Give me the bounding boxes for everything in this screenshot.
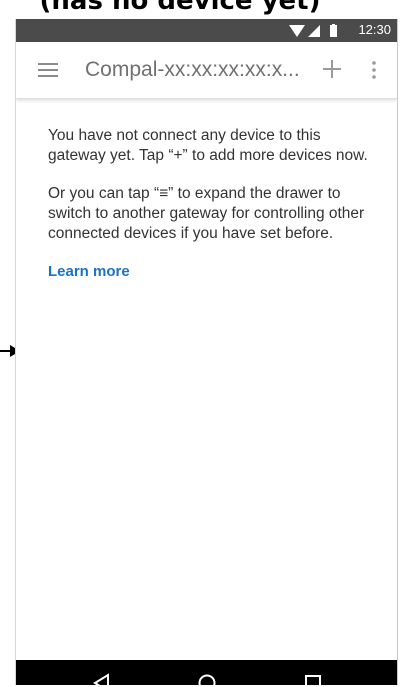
empty-state-paragraph-2: Or you can tap “≡” to expand the drawer … bbox=[48, 185, 365, 242]
empty-state-message: You have not connect any device to this … bbox=[48, 126, 378, 282]
gateway-title[interactable]: Compal-xx:xx:xx:xx:x... bbox=[85, 58, 325, 82]
battery-icon bbox=[330, 24, 337, 37]
recents-icon[interactable] bbox=[302, 672, 324, 685]
app-toolbar: Compal-xx:xx:xx:xx:x... bbox=[16, 42, 397, 99]
status-icons bbox=[289, 24, 337, 37]
more-vert-icon[interactable] bbox=[370, 60, 378, 80]
add-icon[interactable] bbox=[322, 59, 342, 79]
home-icon[interactable] bbox=[196, 672, 218, 685]
status-time: 12:30 bbox=[358, 22, 391, 37]
back-icon[interactable] bbox=[91, 672, 113, 685]
signal-icon bbox=[308, 25, 320, 37]
system-nav-bar bbox=[16, 660, 397, 685]
learn-more-link[interactable]: Learn more bbox=[48, 262, 378, 282]
wifi-icon bbox=[289, 25, 305, 37]
status-bar: 12:30 bbox=[16, 19, 397, 42]
menu-icon[interactable] bbox=[38, 63, 58, 77]
phone-screen: 12:30 Compal-xx:xx:xx:xx:x... You have n… bbox=[15, 19, 398, 685]
empty-state-paragraph-1: You have not connect any device to this … bbox=[48, 127, 368, 164]
